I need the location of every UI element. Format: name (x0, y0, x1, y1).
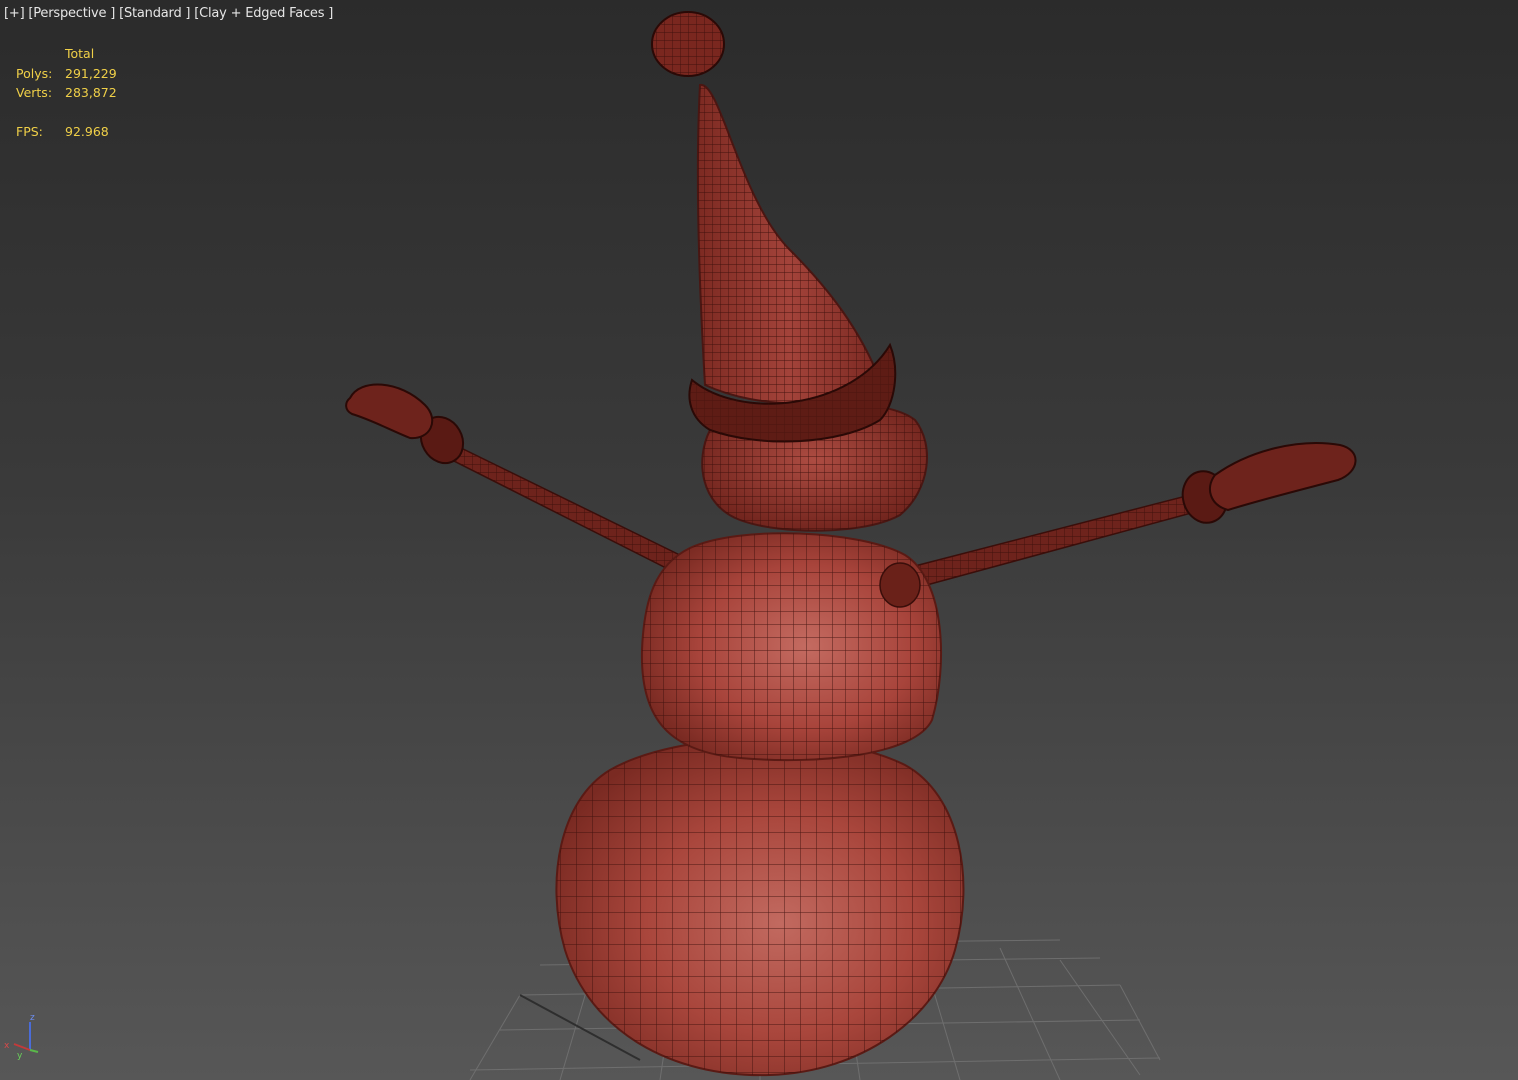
hat (651, 11, 897, 443)
body-middle (640, 532, 943, 762)
verts-value: 283,872 (65, 85, 117, 100)
statistics-overlay: Total Polys: 291,229 Verts: 283,872 FPS: 92… (16, 44, 117, 141)
viewport-view-menu[interactable]: [Perspective ] (28, 6, 115, 21)
polys-value: 291,229 (65, 65, 117, 81)
viewport-style-menu[interactable]: [Clay + Edged Faces ] (194, 6, 333, 21)
snowman-scene (345, 11, 1357, 1080)
left-mitten (345, 383, 434, 440)
right-arm (878, 442, 1357, 596)
left-arm (345, 383, 692, 576)
right-mitten (1208, 442, 1357, 512)
body-bottom (555, 737, 965, 1077)
viewport-shading-menu[interactable]: [Standard ] (119, 6, 190, 21)
axis-z-label: z (30, 1013, 35, 1023)
fps-label: FPS: (16, 123, 43, 139)
stats-header: Total (65, 46, 95, 61)
axis-x-label: x (4, 1041, 10, 1051)
polys-label: Polys: (16, 65, 53, 81)
axis-y-label: y (17, 1051, 23, 1061)
viewport-plus-menu[interactable]: [+] (4, 6, 25, 21)
verts-label: Verts: (16, 85, 53, 100)
perspective-viewport[interactable]: [+] [Perspective ] [Standard ] [Clay + E… (0, 0, 1518, 1080)
viewport-label-menu: [+] [Perspective ] [Standard ] [Clay + E… (4, 6, 333, 21)
fps-value: 92.968 (65, 123, 109, 139)
axis-gizmo: z x y (4, 1013, 39, 1061)
